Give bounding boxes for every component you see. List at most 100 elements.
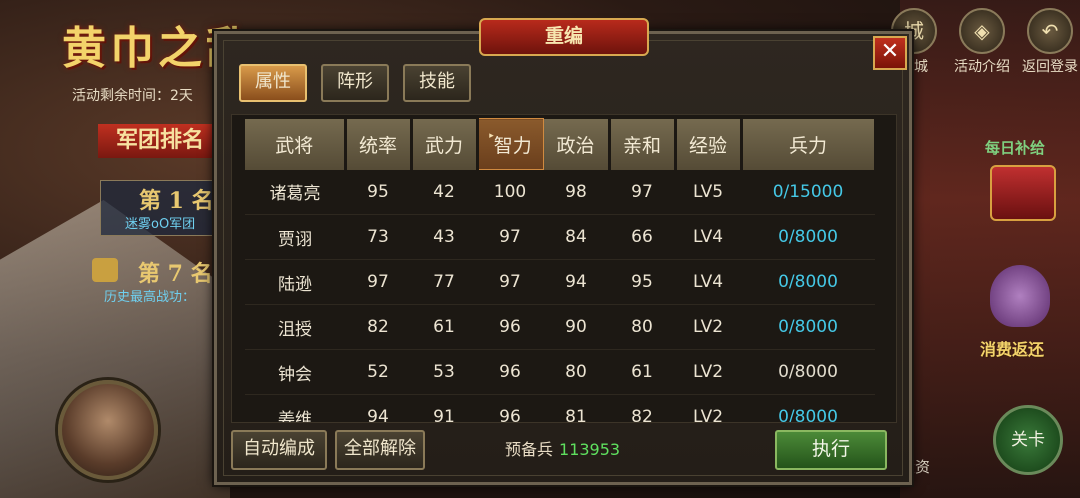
- reserve-label: 预备兵: [505, 440, 554, 459]
- return-arrow-icon: ↶: [1027, 8, 1073, 54]
- gift-bag-icon[interactable]: [990, 265, 1050, 327]
- column-header-experience[interactable]: 经验: [675, 118, 743, 170]
- trophy-icon: [92, 258, 118, 282]
- event-info-button[interactable]: ◈ 活动介绍: [952, 8, 1012, 76]
- daily-supply-label[interactable]: 每日补给: [985, 137, 1045, 158]
- my-rank-label: 历史最高战功：: [104, 290, 196, 305]
- cell-troops: 0/8000: [741, 304, 875, 350]
- column-header-leadership[interactable]: 统率: [345, 118, 413, 170]
- cell-exp: LV4: [675, 214, 741, 260]
- reorganize-dialog: 重编 ✕ 属性 阵形 技能 武将 统率 武力 ▸智力 政治 亲和 经验 兵力 诸…: [214, 18, 912, 485]
- dialog-tabs: 属性 阵形 技能: [239, 64, 471, 102]
- cell-force: 77: [411, 259, 477, 305]
- general-table: 武将 统率 武力 ▸智力 政治 亲和 经验 兵力 诸葛亮 95 42 100 98 97 L…: [245, 118, 877, 422]
- auto-form-button[interactable]: 自动编成: [231, 430, 327, 470]
- cell-name: 贾诩: [245, 214, 345, 260]
- dialog-title: 重编: [479, 18, 649, 56]
- cell-charm: 82: [609, 394, 675, 422]
- tab-attributes[interactable]: 属性: [239, 64, 307, 102]
- column-header-politics[interactable]: 政治: [543, 118, 611, 170]
- cell-intel: 96: [477, 304, 543, 350]
- treasure-chest-icon[interactable]: [990, 165, 1056, 221]
- cell-name: 姜维: [245, 394, 345, 422]
- cell-charm: 97: [609, 169, 675, 215]
- column-header-charm[interactable]: 亲和: [609, 118, 677, 170]
- cell-politics: 90: [543, 304, 609, 350]
- cell-charm: 61: [609, 349, 675, 395]
- tab-formation[interactable]: 阵形: [321, 64, 389, 102]
- spend-refund-label[interactable]: 消费返还: [980, 336, 1044, 360]
- close-button[interactable]: ✕: [873, 36, 907, 70]
- cell-troops: 0/8000: [741, 349, 875, 395]
- reserve-value: 113953: [559, 440, 621, 459]
- cell-force: 42: [411, 169, 477, 215]
- table-body: 诸葛亮 95 42 100 98 97 LV5 0/15000 贾诩 73 43 97 84 66 LV4 0…: [245, 169, 875, 422]
- release-all-button[interactable]: 全部解除: [335, 430, 425, 470]
- cell-politics: 81: [543, 394, 609, 422]
- general-table-container[interactable]: 武将 统率 武力 ▸智力 政治 亲和 经验 兵力 诸葛亮 95 42 100 98 97 L…: [231, 114, 897, 423]
- cell-name: 诸葛亮: [245, 169, 345, 215]
- cell-intel: 97: [477, 259, 543, 305]
- table-header-row: 武将 统率 武力 ▸智力 政治 亲和 经验 兵力: [245, 118, 877, 170]
- cell-lead: 82: [345, 304, 411, 350]
- cell-name: 沮授: [245, 304, 345, 350]
- cell-lead: 97: [345, 259, 411, 305]
- player-avatar[interactable]: [58, 380, 158, 480]
- table-row[interactable]: 姜维 94 91 96 81 82 LV2 0/8000: [245, 394, 875, 422]
- cell-troops: 0/8000: [741, 259, 875, 305]
- column-header-general[interactable]: 武将: [245, 118, 347, 170]
- column-header-intelligence-label: 智力: [493, 134, 532, 157]
- event-time-remaining: 活动剩余时间：2天: [72, 88, 193, 104]
- cell-lead: 95: [345, 169, 411, 215]
- cell-exp: LV4: [675, 259, 741, 305]
- cell-intel: 97: [477, 214, 543, 260]
- cell-charm: 80: [609, 304, 675, 350]
- column-header-troops[interactable]: 兵力: [741, 118, 877, 170]
- cell-troops: 0/8000: [741, 394, 875, 422]
- cell-charm: 66: [609, 214, 675, 260]
- cell-exp: LV5: [675, 169, 741, 215]
- top-right-menu: 城 主城 ◈ 活动介绍 ↶ 返回登录: [884, 8, 1080, 76]
- cell-charm: 95: [609, 259, 675, 305]
- reserve-troops: 预备兵 113953: [505, 436, 620, 460]
- cell-force: 53: [411, 349, 477, 395]
- tab-skills[interactable]: 技能: [403, 64, 471, 102]
- cell-force: 43: [411, 214, 477, 260]
- cell-troops: 0/15000: [741, 169, 875, 215]
- cell-lead: 52: [345, 349, 411, 395]
- cell-intel: 100: [477, 169, 543, 215]
- cell-politics: 84: [543, 214, 609, 260]
- level-button[interactable]: 关卡: [993, 405, 1063, 475]
- return-login-label: 返回登录: [1022, 59, 1078, 75]
- table-row[interactable]: 贾诩 73 43 97 84 66 LV4 0/8000: [245, 214, 875, 260]
- cell-exp: LV2: [675, 394, 741, 422]
- column-header-force[interactable]: 武力: [411, 118, 479, 170]
- cell-lead: 73: [345, 214, 411, 260]
- cell-exp: LV2: [675, 349, 741, 395]
- cell-intel: 96: [477, 349, 543, 395]
- cell-force: 91: [411, 394, 477, 422]
- return-login-button[interactable]: ↶ 返回登录: [1020, 8, 1080, 76]
- cell-troops: 0/8000: [741, 214, 875, 260]
- cell-name: 钟会: [245, 349, 345, 395]
- cell-exp: LV2: [675, 304, 741, 350]
- top-rank-legion-name: 迷雾oO军团: [125, 217, 196, 232]
- top-rank-number: 第 1 名: [139, 188, 214, 214]
- table-row[interactable]: 沮授 82 61 96 90 80 LV2 0/8000: [245, 304, 875, 350]
- table-row[interactable]: 钟会 52 53 96 80 61 LV2 0/8000: [245, 349, 875, 395]
- cell-name: 陆逊: [245, 259, 345, 305]
- cell-force: 61: [411, 304, 477, 350]
- event-info-label: 活动介绍: [954, 59, 1010, 75]
- table-row[interactable]: 诸葛亮 95 42 100 98 97 LV5 0/15000: [245, 169, 875, 215]
- table-row[interactable]: 陆逊 97 77 97 94 95 LV4 0/8000: [245, 259, 875, 305]
- cell-politics: 80: [543, 349, 609, 395]
- my-rank-number: 第 7 名: [138, 261, 213, 287]
- cell-politics: 94: [543, 259, 609, 305]
- dialog-footer: 自动编成 全部解除 预备兵 113953 执行: [231, 430, 895, 470]
- execute-button[interactable]: 执行: [775, 430, 887, 470]
- column-header-intelligence[interactable]: ▸智力: [476, 118, 544, 170]
- cell-politics: 98: [543, 169, 609, 215]
- event-info-icon: ◈: [959, 8, 1005, 54]
- cell-lead: 94: [345, 394, 411, 422]
- cell-intel: 96: [477, 394, 543, 422]
